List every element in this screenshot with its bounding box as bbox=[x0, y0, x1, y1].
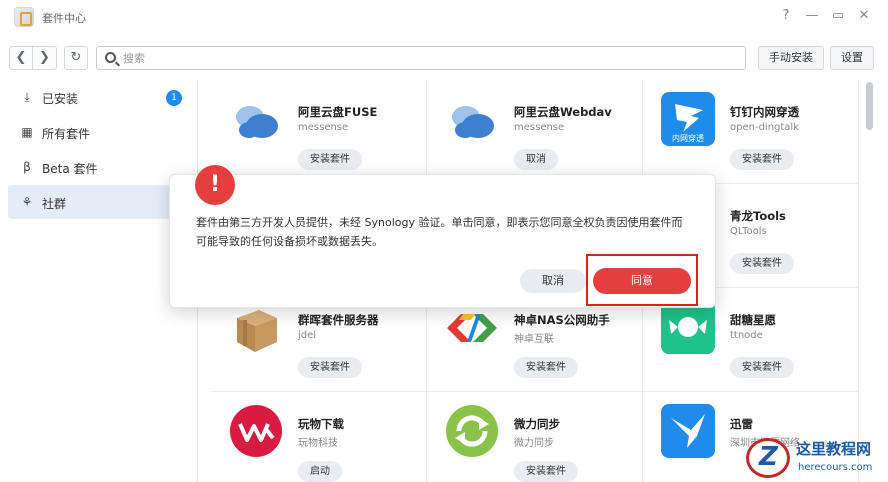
dialog-message: 套件由第三方开发人员提供，未经 Synology 验证。单击同意，即表示您同意全… bbox=[196, 216, 683, 248]
package-name: 群晖套件服务器 bbox=[298, 313, 379, 327]
minimize-icon[interactable]: — bbox=[804, 8, 820, 23]
package-developer: open-dingtalk bbox=[730, 122, 799, 133]
thunder-bird-icon bbox=[661, 404, 715, 458]
package-name: 玩物下载 bbox=[298, 417, 344, 431]
title-bar: 套件中心 ? — ▭ ✕ bbox=[0, 0, 888, 36]
settings-button[interactable]: 设置 bbox=[830, 46, 874, 70]
sidebar-item-community[interactable]: ⚘ 社群 bbox=[8, 185, 190, 219]
cancel-button[interactable]: 取消 bbox=[520, 269, 586, 293]
launch-button[interactable]: 启动 bbox=[298, 461, 342, 482]
sidebar-item-label: 所有套件 bbox=[42, 127, 91, 141]
installed-count-badge: 1 bbox=[166, 90, 182, 106]
watermark-title: 这里教程网 bbox=[796, 440, 872, 458]
package-card[interactable]: 微力同步 微力同步 安装套件 bbox=[427, 392, 643, 482]
agree-button[interactable]: 同意 bbox=[593, 268, 691, 294]
install-button[interactable]: 安装套件 bbox=[514, 357, 578, 378]
cloud-icon bbox=[236, 106, 278, 138]
package-developer: 神卓互联 bbox=[514, 334, 554, 345]
package-card[interactable]: 阿里云盘Webdav messense 取消 bbox=[427, 80, 643, 184]
install-button[interactable]: 安装套件 bbox=[514, 461, 578, 482]
package-card[interactable]: 玩物下载 玩物科技 启动 bbox=[211, 392, 427, 482]
box-icon bbox=[237, 310, 277, 352]
package-developer: jdel bbox=[298, 330, 317, 341]
sidebar-item-installed[interactable]: ⤓ 已安装 1 bbox=[8, 80, 190, 114]
dingtalk-icon: 内网穿透 bbox=[661, 92, 715, 146]
package-name: 青龙Tools bbox=[730, 209, 786, 223]
package-name: 微力同步 bbox=[514, 417, 560, 431]
cloud-icon bbox=[452, 106, 494, 138]
sidebar-item-label: Beta 套件 bbox=[42, 162, 98, 176]
sidebar-item-label: 已安装 bbox=[42, 92, 79, 106]
download-icon: ⤓ bbox=[24, 90, 30, 104]
package-developer: 微力同步 bbox=[514, 438, 554, 449]
search-box bbox=[96, 46, 746, 70]
maximize-icon[interactable]: ▭ bbox=[830, 8, 846, 23]
package-name: 阿里云盘Webdav bbox=[514, 105, 612, 119]
install-button[interactable]: 安装套件 bbox=[730, 149, 794, 170]
package-name: 甜糖星愿 bbox=[730, 313, 776, 327]
back-button[interactable]: ❮ bbox=[9, 46, 33, 70]
cancel-install-button[interactable]: 取消 bbox=[514, 149, 558, 170]
package-developer: 玩物科技 bbox=[298, 438, 338, 449]
watermark: 这里教程网 herecours.com bbox=[746, 436, 886, 480]
sidebar-item-beta[interactable]: β Beta 套件 bbox=[8, 150, 190, 184]
package-name: 迅雷 bbox=[730, 417, 753, 431]
package-developer: ttnode bbox=[730, 330, 763, 341]
sidebar-item-label: 社群 bbox=[42, 197, 67, 211]
package-card[interactable]: 阿里云盘FUSE messense 安装套件 bbox=[211, 80, 427, 184]
install-button[interactable]: 安装套件 bbox=[730, 253, 794, 274]
install-button[interactable]: 安装套件 bbox=[298, 149, 362, 170]
package-name: 钉钉内网穿透 bbox=[730, 105, 799, 119]
package-developer: QLTools bbox=[730, 226, 767, 237]
package-developer: messense bbox=[298, 122, 349, 133]
package-card[interactable]: 内网穿透 钉钉内网穿透 open-dingtalk 安装套件 bbox=[643, 80, 859, 184]
candy-icon bbox=[661, 300, 715, 354]
toolbar: ❮ ❯ ↻ 手动安装 设置 bbox=[0, 40, 888, 76]
search-icon bbox=[105, 52, 116, 63]
search-input[interactable] bbox=[123, 49, 723, 67]
svg-text:内网穿透: 内网穿透 bbox=[672, 133, 704, 143]
manual-install-button[interactable]: 手动安装 bbox=[758, 46, 824, 70]
install-button[interactable]: 安装套件 bbox=[730, 357, 794, 378]
package-developer: messense bbox=[514, 122, 565, 133]
sync-icon bbox=[446, 405, 498, 457]
watermark-url: herecours.com bbox=[798, 462, 873, 473]
package-name: 神卓NAS公网助手 bbox=[514, 313, 610, 327]
package-center-icon bbox=[14, 7, 34, 27]
beta-icon: β bbox=[23, 160, 31, 174]
forward-button[interactable]: ❯ bbox=[33, 46, 57, 70]
third-party-warning-dialog: ! 套件由第三方开发人员提供，未经 Synology 验证。单击同意，即表示您同… bbox=[169, 165, 716, 308]
warning-icon: ! bbox=[195, 165, 235, 205]
sidebar-item-all-packages[interactable]: ▦ 所有套件 bbox=[8, 115, 190, 149]
window-title: 套件中心 bbox=[42, 12, 86, 25]
wanwu-icon bbox=[230, 405, 282, 457]
package-name: 阿里云盘FUSE bbox=[298, 105, 378, 119]
help-icon[interactable]: ? bbox=[778, 8, 794, 23]
install-button[interactable]: 安装套件 bbox=[298, 357, 362, 378]
watermark-logo-icon bbox=[746, 438, 790, 478]
shenzhuo-icon bbox=[447, 314, 497, 342]
close-icon[interactable]: ✕ bbox=[856, 8, 872, 23]
grid-icon: ▦ bbox=[21, 125, 33, 139]
scrollbar[interactable] bbox=[866, 82, 873, 130]
community-icon: ⚘ bbox=[21, 195, 33, 209]
refresh-button[interactable]: ↻ bbox=[64, 46, 88, 70]
